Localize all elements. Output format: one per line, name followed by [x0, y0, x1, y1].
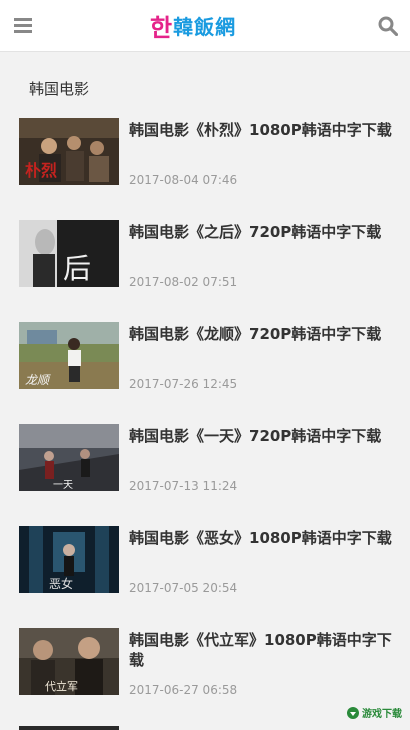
article-title[interactable]: 韩国电影《恶女》1080P韩语中字下载: [129, 528, 395, 548]
menu-button[interactable]: [12, 14, 34, 36]
article-title[interactable]: 韩国电影《之后》720P韩语中字下载: [129, 222, 395, 242]
top-bar: 한 韓飯網: [0, 0, 410, 52]
article-date: 2017-07-26 12:45: [129, 377, 238, 391]
download-icon: [347, 706, 359, 719]
article-thumbnail[interactable]: 朴烈: [19, 118, 119, 185]
svg-text:一天: 一天: [53, 480, 73, 491]
svg-text:恶女: 恶女: [49, 576, 73, 591]
article-item[interactable]: 龙顺 韩国电影《龙顺》720P韩语中字下载 2017-07-26 12:45: [0, 322, 410, 424]
svg-text:龙顺: 龙顺: [25, 373, 51, 387]
svg-text:朴烈: 朴烈: [25, 161, 57, 180]
article-date: 2017-06-27 06:58: [129, 683, 238, 697]
article-date: 2017-08-04 07:46: [129, 173, 238, 187]
next-article-thumbnail-edge: [19, 726, 119, 730]
article-title[interactable]: 韩国电影《一天》720P韩语中字下载: [129, 426, 395, 446]
article-item[interactable]: 一天 韩国电影《一天》720P韩语中字下载 2017-07-13 11:24: [0, 424, 410, 526]
article-item[interactable]: 后 韩国电影《之后》720P韩语中字下载 2017-08-02 07:51: [0, 220, 410, 322]
article-thumbnail[interactable]: 恶女: [19, 526, 119, 593]
logo-mark: 한: [150, 13, 172, 42]
article-title[interactable]: 韩国电影《龙顺》720P韩语中字下载: [129, 324, 395, 344]
article-date: 2017-07-05 20:54: [129, 581, 238, 595]
section-title: 韩国电影: [29, 80, 90, 98]
article-thumbnail[interactable]: 后: [19, 220, 119, 287]
article-thumbnail[interactable]: 龙顺: [19, 322, 119, 389]
svg-text:后: 后: [63, 252, 91, 285]
article-title[interactable]: 韩国电影《代立军》1080P韩语中字下载: [129, 630, 395, 670]
search-button[interactable]: [376, 14, 400, 38]
search-icon: [378, 16, 398, 36]
article-title[interactable]: 韩国电影《朴烈》1080P韩语中字下载: [129, 120, 395, 140]
watermark: 游戏下载: [347, 705, 402, 720]
article-item[interactable]: 朴烈 韩国电影《朴烈》1080P韩语中字下载 2017-08-04 07:46: [0, 118, 410, 220]
logo-text: 韓飯網: [173, 14, 237, 39]
article-thumbnail[interactable]: 一天: [19, 424, 119, 491]
site-logo[interactable]: 한 韓飯網: [150, 10, 237, 42]
menu-icon: [14, 18, 32, 33]
article-thumbnail[interactable]: 代立军: [19, 628, 119, 695]
article-date: 2017-08-02 07:51: [129, 275, 238, 289]
svg-text:代立军: 代立军: [45, 679, 78, 693]
watermark-text: 游戏下载: [362, 709, 402, 720]
article-list: 朴烈 韩国电影《朴烈》1080P韩语中字下载 2017-08-04 07:46 …: [0, 118, 410, 730]
article-item[interactable]: 恶女 韩国电影《恶女》1080P韩语中字下载 2017-07-05 20:54: [0, 526, 410, 628]
article-date: 2017-07-13 11:24: [129, 479, 238, 493]
